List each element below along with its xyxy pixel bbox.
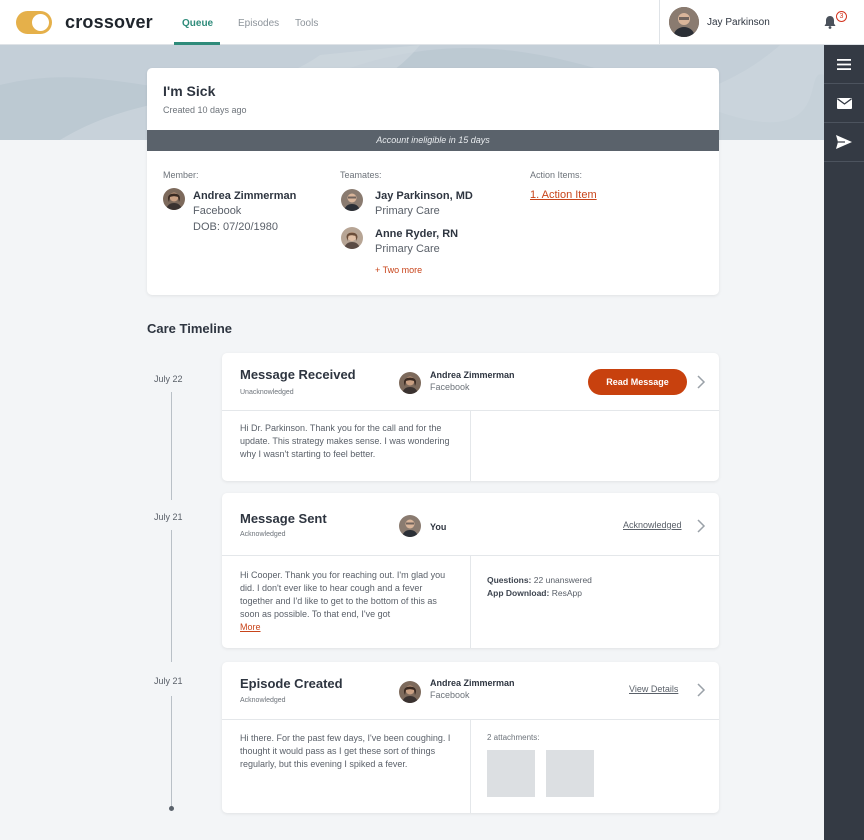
eligibility-banner: Account ineligible in 15 days (147, 130, 719, 151)
teamate-name[interactable]: Jay Parkinson, MD (375, 190, 473, 202)
user-menu[interactable]: Jay Parkinson 3 (659, 0, 864, 45)
top-bar: crossover Queue Episodes Tools Jay Parki… (0, 0, 864, 45)
avatar (399, 681, 421, 703)
view-details-link[interactable]: View Details (629, 684, 678, 694)
member-name[interactable]: Andrea Zimmerman (193, 190, 296, 202)
avatar (341, 227, 363, 249)
chevron-right-icon[interactable] (696, 519, 706, 533)
event-person: Andrea Zimmerman (430, 678, 515, 688)
timeline-card[interactable]: Episode Created Acknowledged Andrea Zimm… (222, 662, 719, 813)
download-label: App Download: (487, 588, 550, 598)
episode-title: I'm Sick (163, 83, 216, 99)
timeline-card[interactable]: Message Sent Acknowledged You Acknowledg… (222, 493, 719, 648)
attachment-thumbnail[interactable] (546, 750, 594, 797)
timeline-date: July 21 (154, 676, 183, 686)
event-status: Acknowledged (240, 531, 286, 538)
member-label: Member: (163, 170, 199, 180)
teamate-name[interactable]: Anne Ryder, RN (375, 228, 458, 240)
divider (470, 719, 471, 813)
event-person-org: Facebook (430, 382, 470, 392)
teamate-role: Primary Care (375, 243, 440, 255)
avatar (399, 372, 421, 394)
attachments-label: 2 attachments: (487, 733, 540, 742)
avatar (163, 188, 185, 210)
attachment-thumbnail[interactable] (487, 750, 535, 797)
event-status: Acknowledged (240, 697, 286, 704)
event-title: Message Sent (240, 511, 327, 526)
chevron-right-icon[interactable] (696, 683, 706, 697)
event-status: Unacknowledged (240, 389, 294, 396)
logo-icon[interactable] (16, 11, 52, 34)
event-title: Episode Created (240, 676, 343, 691)
brand-name[interactable]: crossover (65, 12, 153, 33)
tab-queue[interactable]: Queue (182, 18, 213, 29)
action-item-link[interactable]: 1. Action Item (530, 189, 597, 201)
more-link[interactable]: More (240, 621, 455, 634)
episode-created: Created 10 days ago (163, 105, 247, 115)
message-body: Hi Cooper. Thank you for reaching out. I… (240, 569, 455, 634)
hamburger-icon[interactable] (824, 45, 864, 84)
questions-info: Questions: 22 unanswered (487, 574, 592, 587)
event-person: Andrea Zimmerman (430, 370, 515, 380)
right-sidebar (824, 45, 864, 840)
download-info: App Download: ResApp (487, 587, 582, 600)
avatar (399, 515, 421, 537)
event-title: Message Received (240, 367, 356, 382)
teamates-label: Teamates: (340, 170, 382, 180)
member-dob: DOB: 07/20/1980 (193, 221, 279, 233)
avatar[interactable] (669, 7, 699, 37)
download-value: ResApp (551, 588, 582, 598)
message-body: Hi there. For the past few days, I've be… (240, 733, 451, 769)
timeline-date: July 21 (154, 512, 183, 522)
read-message-button[interactable]: Read Message (588, 369, 687, 395)
bell-icon[interactable] (823, 15, 837, 29)
tab-episodes[interactable]: Episodes (238, 18, 279, 29)
more-teamates-link[interactable]: + Two more (375, 265, 422, 275)
event-person: You (430, 522, 447, 532)
divider (470, 410, 471, 481)
avatar (341, 189, 363, 211)
episode-card: I'm Sick Created 10 days ago Account ine… (147, 68, 719, 295)
chevron-right-icon[interactable] (696, 375, 706, 389)
timeline-line (171, 392, 172, 500)
care-timeline-title: Care Timeline (147, 321, 233, 336)
event-person-org: Facebook (430, 690, 470, 700)
divider (470, 555, 471, 648)
timeline-card[interactable]: Message Received Unacknowledged Andrea Z… (222, 353, 719, 481)
questions-label: Questions: (487, 575, 532, 585)
notification-badge: 3 (836, 11, 847, 22)
timeline-date: July 22 (154, 374, 183, 384)
tab-tools[interactable]: Tools (295, 18, 318, 29)
timeline-end-dot (169, 806, 174, 811)
message-text: Hi Cooper. Thank you for reaching out. I… (240, 570, 446, 619)
user-name[interactable]: Jay Parkinson (707, 17, 770, 28)
teamate-role: Primary Care (375, 205, 440, 217)
message-body: Hi Dr. Parkinson. Thank you for the call… (240, 423, 450, 459)
action-items-label: Action Items: (530, 170, 583, 180)
member-org: Facebook (193, 205, 242, 217)
send-icon[interactable] (824, 123, 864, 162)
questions-value: 22 unanswered (533, 575, 592, 585)
acknowledged-link[interactable]: Acknowledged (623, 520, 682, 530)
timeline-line (171, 530, 172, 662)
mail-icon[interactable] (824, 84, 864, 123)
timeline-line (171, 696, 172, 808)
